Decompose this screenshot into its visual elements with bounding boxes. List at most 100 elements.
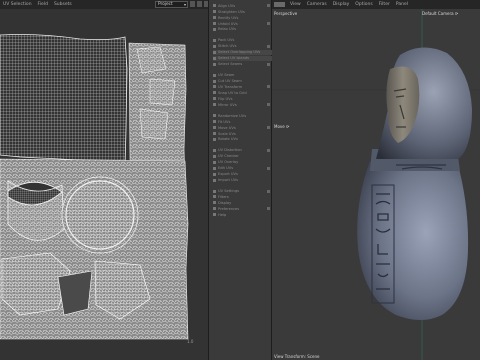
tool-options-icon[interactable] [267, 148, 270, 152]
tool-label: Help [218, 212, 227, 217]
tool-options-icon[interactable] [267, 189, 270, 193]
tool-item[interactable]: Display [213, 200, 273, 205]
tool-item[interactable]: Select UV Islands [213, 55, 273, 61]
uv-tool-icon-1[interactable] [190, 1, 195, 7]
viewport-view-name: Perspective [274, 11, 298, 16]
tool-icon [213, 16, 216, 20]
tool-icon [213, 189, 216, 193]
tool-item[interactable]: Edit UVs [213, 166, 273, 171]
tool-item[interactable]: Pack UVs [213, 38, 273, 43]
tool-icon [213, 22, 216, 25]
tool-item[interactable]: Select Overlapping UVs [213, 49, 273, 55]
tool-icon [213, 91, 216, 95]
tool-label: UV Overlay [218, 160, 239, 165]
tool-icon [213, 201, 216, 205]
tool-item[interactable]: Straighten UVs [213, 9, 273, 14]
viewport-status: View Transform: Scene [274, 354, 320, 359]
tool-icon [213, 195, 216, 199]
tool-icon [213, 97, 216, 101]
tool-item[interactable]: Randomize UVs [213, 113, 273, 118]
tool-label: Select UV Islands [218, 56, 250, 61]
tool-icon [213, 56, 216, 60]
tool-options-icon[interactable] [267, 4, 270, 8]
tool-item[interactable]: Cut UV Seam [213, 78, 273, 83]
viewport-menu-panel[interactable]: Panel [393, 2, 411, 7]
tool-icon [213, 62, 216, 66]
tool-options-icon[interactable] [267, 85, 270, 89]
tool-label: UV Seam [218, 73, 235, 78]
uv-canvas[interactable]: 1.0 [0, 9, 208, 360]
tool-item[interactable]: Rectify UVs [213, 15, 273, 20]
tool-item[interactable]: Relax UVs [213, 27, 273, 32]
tool-item[interactable]: Fit UVs [213, 119, 273, 124]
viewport-menu-filter[interactable]: Filter [376, 2, 393, 7]
tool-icon [213, 38, 216, 42]
tool-options-icon[interactable] [267, 207, 270, 211]
uv-tool-icon-2[interactable] [197, 1, 202, 7]
viewport-3d-scene[interactable]: Perspective Default Camera ⟳ Move ⟳ View… [272, 9, 480, 360]
tool-label: UV Settings [218, 189, 239, 193]
uv-menu-subsets[interactable]: Subsets [51, 2, 75, 7]
tool-label: Preferences [218, 206, 240, 211]
viewport-menu-cameras[interactable]: Cameras [304, 2, 330, 7]
tool-item[interactable]: UV Settings [213, 188, 273, 193]
tool-icon [213, 126, 216, 130]
tool-icon [213, 50, 216, 54]
tool-label: Import UVs [218, 178, 239, 183]
tool-item[interactable]: Rotate UVs [213, 137, 273, 142]
tool-label: Unfold UVs [218, 21, 238, 26]
tool-icon [213, 73, 216, 77]
tool-icon [213, 103, 216, 107]
tool-label: Cut UV Seam [218, 79, 242, 83]
tool-options-icon[interactable] [267, 166, 270, 170]
tool-item[interactable]: Preferences [213, 206, 273, 211]
uv-editor-panel: UV Selection Field Subsets Project ▾ 1.0 [0, 0, 209, 360]
tool-item[interactable]: Import UVs [213, 177, 273, 182]
tool-label: Export UVs [218, 172, 238, 177]
tool-icon [213, 172, 216, 176]
uv-menu-uv-selection[interactable]: UV Selection [0, 2, 35, 7]
tool-label: Filters [218, 194, 229, 199]
tool-icon [213, 85, 216, 89]
tool-item[interactable]: Stitch UVs [213, 44, 273, 49]
uv-menu-field[interactable]: Field [35, 2, 51, 7]
tool-item[interactable]: Scale UVs [213, 131, 273, 136]
tool-item[interactable]: Filters [213, 194, 273, 199]
tool-item[interactable]: Flip UVs [213, 96, 273, 101]
tool-item[interactable]: Mirror UVs [213, 102, 273, 107]
tool-label: Stitch UVs [218, 44, 237, 49]
viewport-menu-display[interactable]: Display [330, 2, 353, 7]
tool-item[interactable]: Snap UV to Grid [213, 90, 273, 95]
viewport-icon[interactable] [274, 2, 285, 7]
tool-item[interactable]: UV Transform [213, 84, 273, 89]
tool-label: Relax UVs [218, 27, 236, 32]
tool-item[interactable]: Unfold UVs [213, 21, 273, 26]
viewport-camera-name[interactable]: Default Camera ⟳ [422, 11, 458, 16]
tool-label: Display [218, 200, 232, 205]
tool-options-icon[interactable] [267, 126, 270, 130]
tool-options-icon[interactable] [267, 44, 270, 48]
viewport-panel: View Cameras Display Options Filter Pane… [272, 0, 480, 360]
project-dropdown-value: Project [158, 2, 173, 7]
tool-item[interactable]: Export UVs [213, 171, 273, 176]
tool-label: Randomize UVs [218, 113, 247, 118]
tool-item[interactable]: Select Seams [213, 61, 273, 66]
tool-options-icon[interactable] [267, 62, 270, 66]
tool-item[interactable]: UV Seam [213, 72, 273, 77]
tool-icon [213, 178, 216, 182]
viewport-menubar: View Cameras Display Options Filter Pane… [272, 0, 480, 9]
project-dropdown[interactable]: Project ▾ [155, 1, 188, 8]
tool-label: Align UVs [218, 3, 236, 8]
tool-options-icon[interactable] [267, 103, 270, 107]
viewport-menu-options[interactable]: Options [352, 2, 375, 7]
tool-item[interactable]: UV Checker [213, 154, 273, 159]
viewport-menu-view[interactable]: View [287, 2, 304, 7]
tool-item[interactable]: UV Distortion [213, 148, 273, 153]
uv-island-body [0, 34, 128, 168]
tool-label: Rotate UVs [218, 137, 238, 142]
tool-item[interactable]: UV Overlay [213, 160, 273, 165]
tool-item[interactable]: Align UVs [213, 3, 273, 8]
tool-item[interactable]: Move UVs [213, 125, 273, 130]
tool-options-icon[interactable] [267, 22, 270, 25]
tool-item[interactable]: Help [213, 212, 273, 217]
